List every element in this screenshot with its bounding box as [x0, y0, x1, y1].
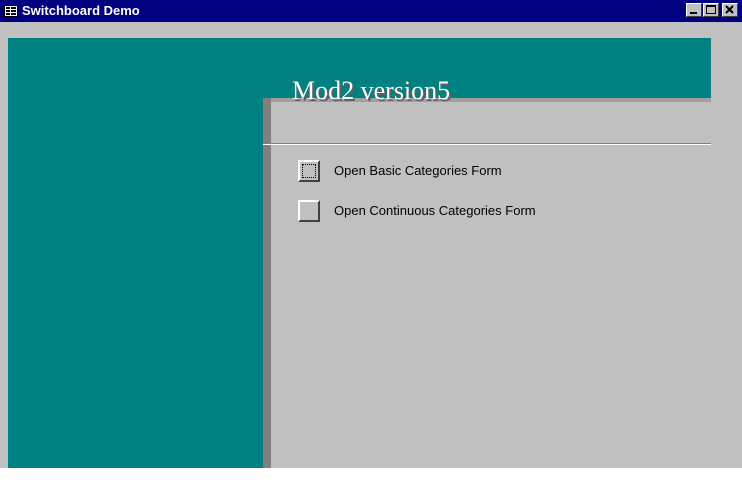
close-button[interactable]: [722, 3, 738, 17]
switchboard-window: Switchboard Demo Mod2 version5 Mod2 vers…: [0, 0, 742, 468]
minimize-button[interactable]: [686, 3, 702, 17]
header-right-margin: [711, 38, 742, 98]
minimize-icon: [690, 12, 697, 14]
open-continuous-categories-button[interactable]: [298, 200, 320, 222]
title-bar[interactable]: Switchboard Demo: [0, 0, 742, 22]
switchboard-item-label[interactable]: Open Continuous Categories Form: [334, 203, 536, 219]
panel-shadow-left: [263, 98, 271, 468]
maximize-button[interactable]: [703, 3, 719, 17]
switchboard-form: Mod2 version5 Mod2 version5 Open Basic C…: [8, 38, 742, 468]
switchboard-item-label[interactable]: Open Basic Categories Form: [334, 163, 502, 179]
page-title: Mod2 version5: [292, 76, 451, 105]
window-bottom-edge: [0, 468, 742, 492]
close-icon: [725, 5, 734, 14]
window-title: Switchboard Demo: [22, 3, 140, 18]
maximize-icon: [706, 5, 716, 14]
open-basic-categories-button[interactable]: [298, 160, 320, 182]
left-panel: [8, 38, 263, 468]
form-icon[interactable]: [4, 4, 18, 18]
title-divider: [263, 143, 711, 145]
